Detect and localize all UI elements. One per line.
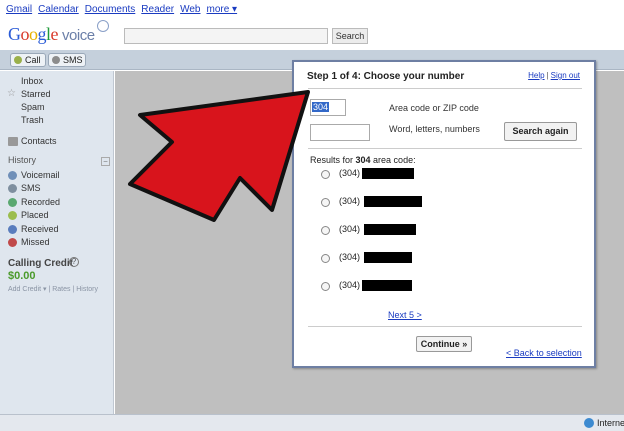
call-button[interactable]: Call xyxy=(10,53,46,67)
results-area-code: 304 xyxy=(355,155,371,165)
area-code-value: 304 xyxy=(312,102,330,112)
credit-links[interactable]: Add Credit ▾ | Rates | History xyxy=(8,285,98,293)
search-button[interactable]: Search xyxy=(332,28,368,44)
call-label: Call xyxy=(25,55,41,65)
nav-documents-link[interactable]: Documents xyxy=(85,4,136,15)
redacted-number xyxy=(364,196,422,207)
word-label: Word, letters, numbers xyxy=(389,124,480,134)
sidebar-item-inbox[interactable]: Inbox xyxy=(21,76,43,86)
top-nav: Gmail Calendar Documents Reader Web more ▾ xyxy=(0,0,624,18)
status-zone: Internet xyxy=(597,418,624,428)
help-icon[interactable]: ? xyxy=(69,257,79,267)
nav-web-link[interactable]: Web xyxy=(180,4,200,15)
number-option-radio[interactable] xyxy=(321,170,330,179)
sidebar: Inbox ☆ Starred Spam Trash Contacts Hist… xyxy=(0,71,114,414)
back-to-selection-link[interactable]: < Back to selection xyxy=(506,348,582,358)
number-option-radio[interactable] xyxy=(321,282,330,291)
nav-gmail-link[interactable]: Gmail xyxy=(6,4,32,15)
nav-more-menu[interactable]: more ▾ xyxy=(207,4,238,15)
status-bar: Internet xyxy=(0,414,624,431)
call-icon xyxy=(14,56,22,64)
google-voice-logo[interactable]: Google voice xyxy=(8,24,95,45)
sidebar-item-trash[interactable]: Trash xyxy=(21,115,44,125)
word-input[interactable] xyxy=(310,124,370,141)
sidebar-item-missed[interactable]: Missed xyxy=(21,237,50,247)
sms-history-icon xyxy=(8,184,17,193)
choose-number-dialog: Step 1 of 4: Choose your number Help | Sig… xyxy=(292,60,596,368)
sidebar-item-starred[interactable]: Starred xyxy=(21,89,51,99)
results-heading: Results for 304 area code: xyxy=(310,155,416,165)
logo-voice-text: voice xyxy=(62,27,95,44)
number-option-radio[interactable] xyxy=(321,198,330,207)
number-option-radio[interactable] xyxy=(321,226,330,235)
globe-icon xyxy=(584,418,594,428)
sign-out-link[interactable]: Sign out xyxy=(551,71,580,80)
number-option-prefix: (304) xyxy=(339,196,361,206)
sms-label: SMS xyxy=(63,55,83,65)
recorded-icon xyxy=(8,198,17,207)
received-icon xyxy=(8,225,17,234)
redacted-number xyxy=(364,252,412,263)
nav-reader-link[interactable]: Reader xyxy=(141,4,174,15)
dialog-links: Help | Sign out xyxy=(528,71,580,80)
sidebar-item-voicemail[interactable]: Voicemail xyxy=(21,170,60,180)
area-code-input[interactable]: 304 xyxy=(310,99,346,116)
placed-icon xyxy=(8,211,17,220)
sidebar-item-recorded[interactable]: Recorded xyxy=(21,197,60,207)
history-heading[interactable]: History xyxy=(8,155,36,165)
voicemail-icon xyxy=(8,171,17,180)
area-code-label: Area code or ZIP code xyxy=(389,103,479,113)
sms-button[interactable]: SMS xyxy=(48,53,86,67)
divider xyxy=(308,148,582,149)
phone-logo-icon xyxy=(97,20,109,32)
divider xyxy=(308,88,582,89)
sidebar-item-placed[interactable]: Placed xyxy=(21,210,49,220)
logo-google-text: Google xyxy=(8,24,59,44)
nav-calendar-link[interactable]: Calendar xyxy=(38,4,79,15)
credit-amount: $0.00 xyxy=(8,270,36,282)
header: Google voice Search xyxy=(0,18,624,50)
sidebar-item-sms[interactable]: SMS xyxy=(21,183,41,193)
star-icon: ☆ xyxy=(7,88,16,99)
redacted-number xyxy=(364,224,416,235)
dialog-title: Step 1 of 4: Choose your number xyxy=(307,71,465,82)
sidebar-item-contacts[interactable]: Contacts xyxy=(21,136,57,146)
calling-credit-title: Calling Credit xyxy=(8,258,74,269)
number-option-prefix: (304) xyxy=(339,252,361,262)
link-separator: | xyxy=(546,71,549,80)
number-option-radio[interactable] xyxy=(321,254,330,263)
sidebar-item-received[interactable]: Received xyxy=(21,224,59,234)
history-collapse-icon[interactable]: − xyxy=(101,157,110,166)
number-option-prefix: (304) xyxy=(339,280,361,290)
sms-icon xyxy=(52,56,60,64)
next-five-link[interactable]: Next 5 > xyxy=(388,310,422,320)
search-again-button[interactable]: Search again xyxy=(504,122,577,141)
redacted-number xyxy=(362,168,414,179)
redacted-number xyxy=(362,280,412,291)
help-link[interactable]: Help xyxy=(528,71,544,80)
number-option-prefix: (304) xyxy=(339,224,361,234)
continue-button[interactable]: Continue » xyxy=(416,336,472,352)
search-input[interactable] xyxy=(124,28,328,44)
contacts-icon xyxy=(8,137,18,146)
sidebar-item-spam[interactable]: Spam xyxy=(21,102,45,112)
missed-icon xyxy=(8,238,17,247)
divider xyxy=(308,326,582,327)
number-option-prefix: (304) xyxy=(339,168,361,178)
